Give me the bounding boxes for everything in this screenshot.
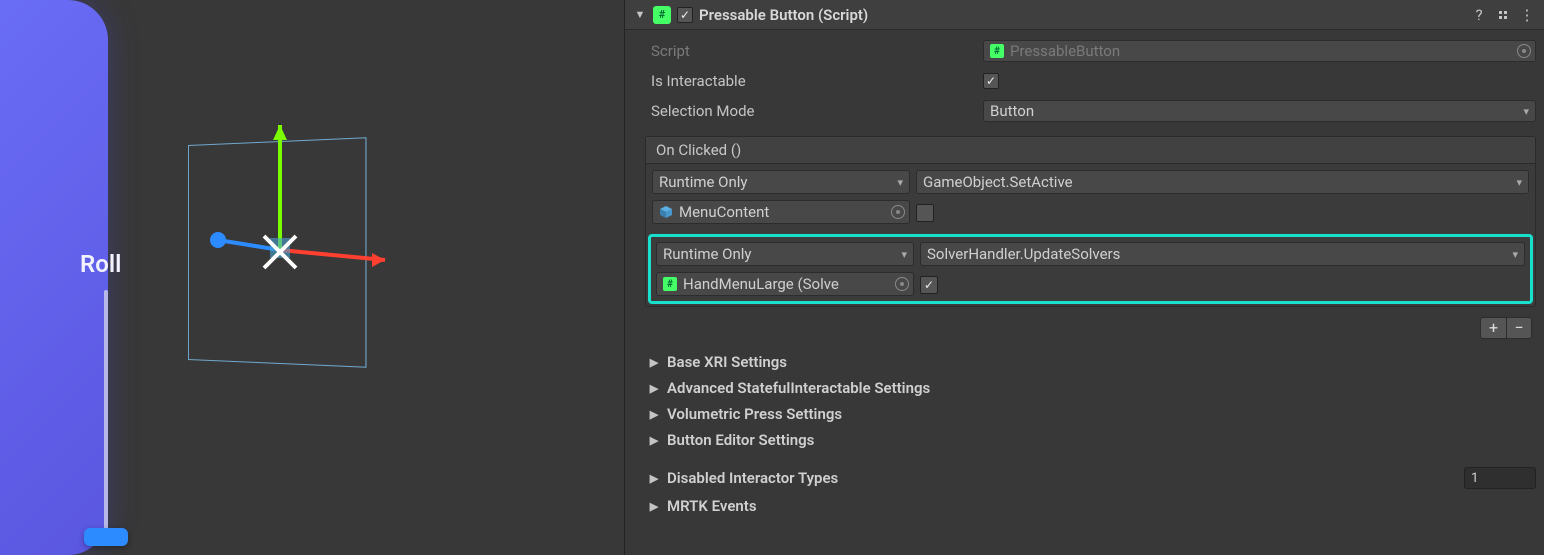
script-value: PressableButton [1010,42,1120,60]
help-icon[interactable]: ? [1470,6,1488,24]
section-base-xri[interactable]: Base XRI Settings [625,349,1544,375]
script-icon [663,277,677,291]
slider-track [104,290,108,540]
add-event-button[interactable]: + [1480,317,1506,339]
component-foldout[interactable] [633,8,647,21]
selection-wireframe [188,137,367,368]
kebab-menu-icon[interactable]: ⋮ [1518,6,1536,24]
event-entry-highlighted: Runtime Only SolverHandler.UpdateSolvers… [650,236,1531,302]
section-button-editor[interactable]: Button Editor Settings [625,427,1544,453]
gameobject-icon [659,205,673,219]
chevron-right-icon [647,382,661,395]
is-interactable-checkbox[interactable] [983,73,999,89]
section-label: Button Editor Settings [667,431,1536,449]
remove-event-button[interactable]: − [1506,317,1532,339]
selection-mode-value: Button [990,102,1034,120]
event-target-field[interactable]: HandMenuLarge (Solve [656,272,914,296]
event-bool-argument[interactable] [920,276,938,294]
component-enable-checkbox[interactable] [677,7,693,23]
object-picker-icon[interactable] [891,205,905,219]
chevron-right-icon [647,472,661,485]
event-target-value: HandMenuLarge (Solve [683,275,839,293]
disabled-interactor-count[interactable] [1464,467,1536,489]
function-value: SolverHandler.UpdateSolvers [927,245,1120,263]
script-icon [990,44,1004,58]
section-label: Advanced StatefulInteractable Settings [667,379,1536,397]
on-clicked-event: On Clicked () Runtime Only GameObject.Se… [645,136,1536,307]
object-picker-icon[interactable] [895,277,909,291]
script-icon [653,6,671,24]
selection-mode-label: Selection Mode [633,102,975,120]
event-title: On Clicked () [646,137,1535,164]
section-label: MRTK Events [667,497,1536,515]
script-row: Script PressableButton [633,36,1536,66]
section-label: Volumetric Press Settings [667,405,1536,423]
hand-menu-panel [0,0,108,555]
chevron-right-icon [647,500,661,513]
event-target-field[interactable]: MenuContent [652,200,910,224]
section-volumetric-press[interactable]: Volumetric Press Settings [625,401,1544,427]
component-title: Pressable Button (Script) [699,6,1464,24]
scene-view[interactable]: Roll [0,0,624,555]
function-dropdown[interactable]: SolverHandler.UpdateSolvers [920,242,1525,266]
object-picker-icon[interactable] [1517,44,1531,58]
component-header[interactable]: Pressable Button (Script) ? ⋮ [625,0,1544,30]
event-target-value: MenuContent [679,203,769,221]
slider-thumb[interactable] [84,528,128,546]
is-interactable-label: Is Interactable [633,72,975,90]
selection-mode-dropdown[interactable]: Button [983,100,1536,122]
chevron-right-icon [647,434,661,447]
script-object-field[interactable]: PressableButton [983,40,1536,62]
gizmo-y-tip[interactable] [273,125,287,140]
event-footer: + − [645,313,1536,339]
gizmo-x-tip[interactable] [372,253,385,267]
section-advanced-stateful[interactable]: Advanced StatefulInteractable Settings [625,375,1544,401]
script-label: Script [633,42,975,60]
chevron-right-icon [647,408,661,421]
function-dropdown[interactable]: GameObject.SetActive [916,170,1529,194]
callstate-dropdown[interactable]: Runtime Only [656,242,914,266]
inspector-panel: Pressable Button (Script) ? ⋮ Script Pre… [624,0,1544,555]
selection-mode-row: Selection Mode Button [633,96,1536,126]
is-interactable-row: Is Interactable [633,66,1536,96]
section-disabled-interactor-types[interactable]: Disabled Interactor Types [625,463,1544,493]
section-label: Base XRI Settings [667,353,1536,371]
callstate-value: Runtime Only [659,173,748,191]
callstate-dropdown[interactable]: Runtime Only [652,170,910,194]
event-entry: Runtime Only GameObject.SetActive MenuCo… [646,164,1535,230]
event-bool-argument[interactable] [916,204,934,222]
callstate-value: Runtime Only [663,245,752,263]
chevron-right-icon [647,356,661,369]
section-mrtk-events[interactable]: MRTK Events [625,493,1544,519]
preset-icon[interactable] [1494,6,1512,24]
section-label: Disabled Interactor Types [667,469,1458,487]
function-value: GameObject.SetActive [923,173,1073,191]
